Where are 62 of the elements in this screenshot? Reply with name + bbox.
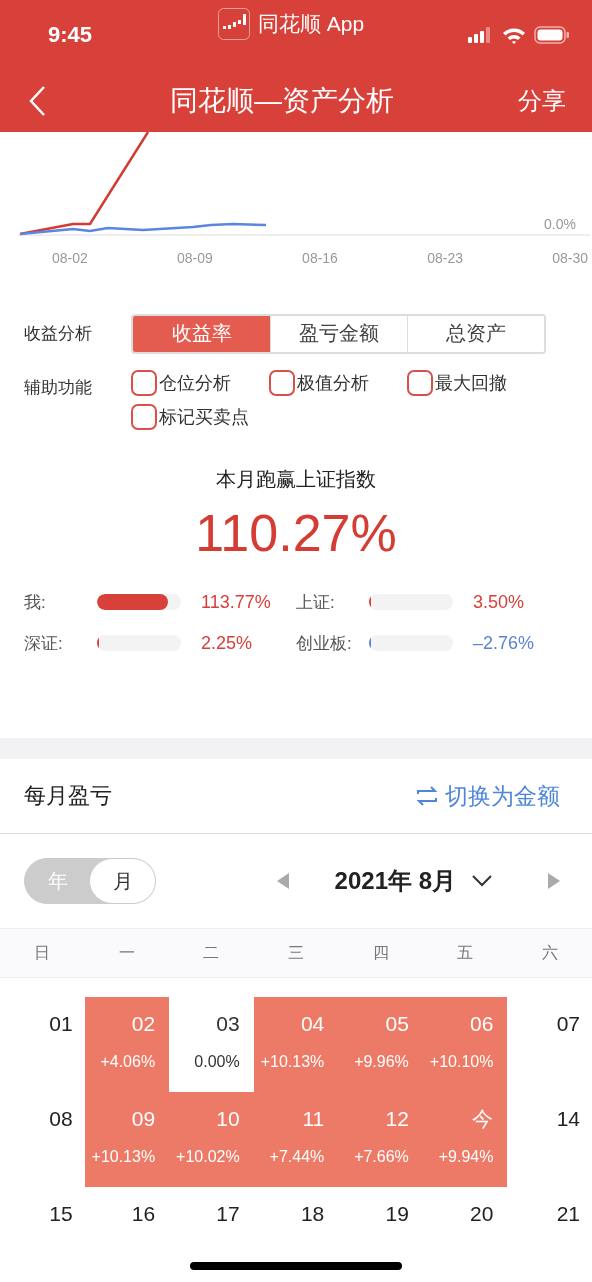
weekday-label: 二 [202, 942, 221, 963]
calendar-day[interactable]: 17 [169, 1187, 254, 1251]
weekday-label: 五 [456, 942, 475, 963]
calendar-day[interactable]: 18 [253, 1187, 339, 1251]
weekday-label: 一 [117, 942, 136, 963]
calendar-day[interactable]: 16 [84, 1187, 170, 1251]
app-name: 同花顺 App [258, 11, 365, 37]
tab[interactable]: 总资产 [407, 315, 544, 352]
axis-label: 08-23 [427, 249, 463, 266]
section-title: 每月盈亏 [24, 782, 112, 811]
previous-icon[interactable] [276, 873, 289, 890]
weekday-label: 三 [287, 942, 305, 963]
page-title: 同花顺—资产分析 [170, 84, 394, 118]
share-button[interactable]: 分享 [518, 85, 566, 117]
calendar-day[interactable]: 08 [0, 1092, 85, 1187]
index-name: 创业板: [296, 632, 353, 655]
swap-icon [415, 786, 439, 807]
calendar-day[interactable]: 20 [422, 1187, 508, 1251]
summary-title: 本月跑赢上证指数 [216, 466, 376, 492]
checkbox[interactable] [131, 369, 157, 396]
wifi-icon [502, 26, 526, 44]
index-value: 3.50% [473, 591, 525, 613]
calendar-day[interactable]: 01 [0, 997, 85, 1092]
toggle-option[interactable]: 月 [90, 859, 155, 904]
chevron-down-icon[interactable] [472, 875, 492, 888]
weekday-label: 四 [371, 942, 390, 963]
index-value: 113.77% [201, 591, 271, 613]
axis-label: 08-09 [177, 249, 213, 266]
month-label[interactable]: 2021年 8月 [334, 865, 456, 898]
app-logo-icon [218, 8, 250, 40]
row-label: 辅助功能 [24, 376, 93, 399]
weekday-label: 日 [33, 942, 52, 963]
row-label: 收益分析 [24, 323, 93, 346]
axis-label: 08-02 [52, 249, 88, 266]
checkbox-label[interactable]: 极值分析 [297, 370, 369, 395]
index-name: 我: [24, 591, 47, 614]
calendar-day[interactable]: 19 [338, 1187, 423, 1251]
checkbox-label[interactable]: 最大回撤 [435, 370, 507, 395]
index-value: –2.76% [473, 632, 535, 654]
checkbox[interactable] [131, 403, 157, 430]
calendar-day[interactable]: 14 [507, 1092, 592, 1187]
tab[interactable]: 收益率 [133, 315, 270, 352]
calendar-day[interactable]: 21 [507, 1187, 592, 1251]
checkbox[interactable] [407, 369, 433, 396]
switch-button[interactable]: 切换为金额 [415, 780, 560, 812]
battery-icon [534, 26, 570, 44]
index-name: 上证: [296, 591, 336, 614]
axis-label: 0.0% [544, 215, 576, 232]
weekday-label: 六 [540, 942, 559, 963]
summary-value: 110.27% [195, 502, 397, 563]
index-name: 深证: [24, 632, 64, 655]
checkbox[interactable] [269, 369, 295, 396]
index-value: 2.25% [201, 632, 253, 654]
checkbox-label[interactable]: 仓位分析 [159, 370, 231, 395]
calendar-day[interactable]: 15 [0, 1187, 85, 1251]
status-time: 9:45 [48, 22, 93, 48]
checkbox-label[interactable]: 标记买卖点 [159, 404, 249, 429]
calendar-day[interactable]: 07 [507, 997, 592, 1092]
next-icon[interactable] [548, 873, 560, 890]
back-icon[interactable] [28, 85, 46, 117]
axis-label: 08-30 [552, 249, 588, 266]
axis-label: 08-16 [302, 249, 338, 266]
